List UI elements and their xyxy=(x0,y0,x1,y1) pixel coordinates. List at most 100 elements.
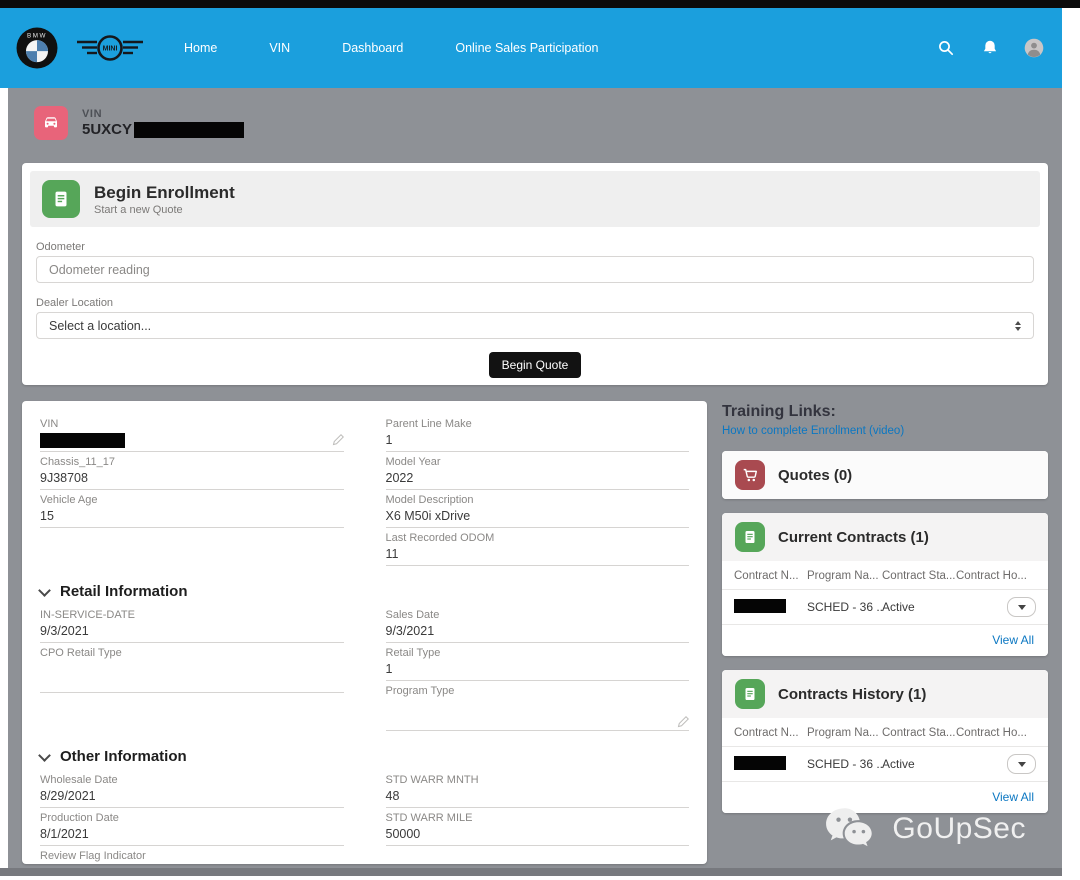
field-production-date: Production Date 8/1/2021 xyxy=(40,811,344,846)
contracts-history-header[interactable]: Contracts History (1) xyxy=(722,670,1048,718)
field-std-warr-mile: STD WARR MILE 50000 xyxy=(385,811,689,846)
field-label: STD WARR MILE xyxy=(385,812,473,824)
column-contract-holder: Contract Ho... xyxy=(956,727,1027,739)
nav-menu: Home VIN Dashboard Online Sales Particip… xyxy=(184,41,598,55)
field-label: Model Description xyxy=(385,494,474,506)
nav-item-dashboard[interactable]: Dashboard xyxy=(342,41,403,55)
svg-text:BMW: BMW xyxy=(27,33,47,40)
row-actions-dropdown-button[interactable] xyxy=(1007,597,1036,617)
contract-row: SCHED - 36 ... Active xyxy=(722,590,1048,625)
contract-number-cell xyxy=(734,755,807,773)
field-chassis: Chassis_11_17 9J38708 xyxy=(40,455,344,490)
odometer-input[interactable] xyxy=(36,256,1034,283)
column-contract-status: Contract Sta... xyxy=(882,727,956,739)
right-rail: Training Links: How to complete Enrollme… xyxy=(722,401,1048,864)
global-navbar: BMW MINI Home VIN Dashboard Online Sales… xyxy=(0,8,1062,88)
field-in-service-date: IN-SERVICE-DATE 9/3/2021 xyxy=(40,608,344,643)
chevron-down-icon xyxy=(38,583,51,597)
field-label: CPO Retail Type xyxy=(40,647,122,659)
column-contract-holder: Contract Ho... xyxy=(956,570,1027,582)
column-program-name: Program Na... xyxy=(807,570,879,582)
field-label: IN-SERVICE-DATE xyxy=(40,609,135,621)
field-wholesale-date: Wholesale Date 8/29/2021 xyxy=(40,773,344,808)
dealer-location-select[interactable]: Select a location... xyxy=(36,312,1034,339)
field-retail-type: Retail Type 1 xyxy=(385,646,689,681)
field-std-warr-mnth: STD WARR MNTH 48 xyxy=(385,773,689,808)
field-value: 50000 xyxy=(385,825,689,846)
vin-value-redaction-bar xyxy=(40,432,125,448)
contracts-history-card: Contracts History (1) Contract N... Prog… xyxy=(722,670,1048,813)
goupsec-watermark: GoUpSec xyxy=(824,806,1026,852)
user-avatar-icon[interactable] xyxy=(1024,38,1044,58)
training-links-heading: Training Links: xyxy=(722,403,836,420)
contract-document-icon xyxy=(735,522,765,552)
record-body: VIN Chassis_11_17 9J38708 Vehicle Age 15… xyxy=(22,401,1048,864)
dealer-location-selected-value: Select a location... xyxy=(49,318,152,333)
section-retail-information[interactable]: Retail Information xyxy=(38,583,689,600)
vehicle-detail-panel: VIN Chassis_11_17 9J38708 Vehicle Age 15… xyxy=(22,401,707,864)
odometer-label: Odometer xyxy=(36,241,85,253)
column-contract-number: Contract N... xyxy=(734,727,799,739)
search-icon[interactable] xyxy=(936,38,956,58)
field-label: Chassis_11_17 xyxy=(40,456,116,468)
view-all-link[interactable]: View All xyxy=(722,625,1048,656)
vehicle-car-icon xyxy=(34,106,68,140)
field-value: 0 xyxy=(40,863,344,864)
chevron-down-icon xyxy=(1017,761,1026,767)
nav-item-home[interactable]: Home xyxy=(184,41,217,55)
quotes-card-title: Quotes (0) xyxy=(778,466,853,484)
field-last-recorded-odom: Last Recorded ODOM 11 xyxy=(385,531,689,566)
record-title: 5UXCY xyxy=(82,121,245,138)
nav-item-online-sales-participation[interactable]: Online Sales Participation xyxy=(455,41,598,55)
field-model-year: Model Year 2022 xyxy=(385,455,689,490)
contracts-table-header: Contract N... Program Na... Contract Sta… xyxy=(722,561,1048,590)
contract-status-cell: Active xyxy=(882,757,915,771)
field-label: Parent Line Make xyxy=(385,418,472,430)
contract-number-redaction-bar xyxy=(734,598,786,613)
quote-document-icon xyxy=(42,180,80,218)
field-label: Vehicle Age xyxy=(40,494,98,506)
bottom-bar xyxy=(0,868,1062,876)
quotes-card-header[interactable]: Quotes (0) xyxy=(722,451,1048,499)
notifications-bell-icon[interactable] xyxy=(980,38,1000,58)
program-name-cell: SCHED - 36 ... xyxy=(807,600,882,614)
field-label: Program Type xyxy=(385,685,455,697)
section-other-information[interactable]: Other Information xyxy=(38,748,689,765)
field-vehicle-age: Vehicle Age 15 xyxy=(40,493,344,528)
chevron-down-icon xyxy=(1017,604,1026,610)
field-value: 1 xyxy=(385,431,689,452)
column-program-name: Program Na... xyxy=(807,727,879,739)
current-contracts-header[interactable]: Current Contracts (1) xyxy=(722,513,1048,561)
svg-text:MINI: MINI xyxy=(103,46,118,53)
begin-enrollment-card: Begin Enrollment Start a new Quote Odome… xyxy=(22,163,1048,385)
bmw-logo: BMW xyxy=(16,27,58,69)
field-parent-line-make: Parent Line Make 1 xyxy=(385,417,689,452)
row-actions-dropdown-button[interactable] xyxy=(1007,754,1036,774)
edit-pencil-icon[interactable] xyxy=(332,434,344,446)
field-value: 8/29/2021 xyxy=(40,787,344,808)
section-title: Other Information xyxy=(60,748,187,765)
record-object-label: VIN xyxy=(82,108,103,120)
watermark-text: GoUpSec xyxy=(892,812,1026,845)
chevron-down-icon xyxy=(38,748,51,762)
wechat-icon xyxy=(826,808,873,847)
column-contract-status: Contract Sta... xyxy=(882,570,956,582)
field-value: 9/3/2021 xyxy=(40,622,344,643)
field-value: 2022 xyxy=(385,469,689,490)
begin-enrollment-header: Begin Enrollment Start a new Quote xyxy=(30,171,1040,227)
begin-quote-button[interactable]: Begin Quote xyxy=(488,352,582,378)
column-contract-number: Contract N... xyxy=(734,570,799,582)
section-title: Retail Information xyxy=(60,583,188,600)
record-title-visible: 5UXCY xyxy=(82,121,133,138)
current-contracts-card: Current Contracts (1) Contract N... Prog… xyxy=(722,513,1048,656)
record-meta: VIN 5UXCY xyxy=(82,108,245,138)
edit-pencil-icon[interactable] xyxy=(677,716,689,728)
nav-item-vin[interactable]: VIN xyxy=(269,41,290,55)
contracts-history-title: Contracts History (1) xyxy=(778,685,927,703)
training-link[interactable]: How to complete Enrollment (video) xyxy=(722,425,1048,437)
field-value xyxy=(40,431,344,452)
field-label: Last Recorded ODOM xyxy=(385,532,495,544)
top-black-bar xyxy=(0,0,1080,8)
field-label: Wholesale Date xyxy=(40,774,118,786)
field-value: 8/1/2021 xyxy=(40,825,344,846)
